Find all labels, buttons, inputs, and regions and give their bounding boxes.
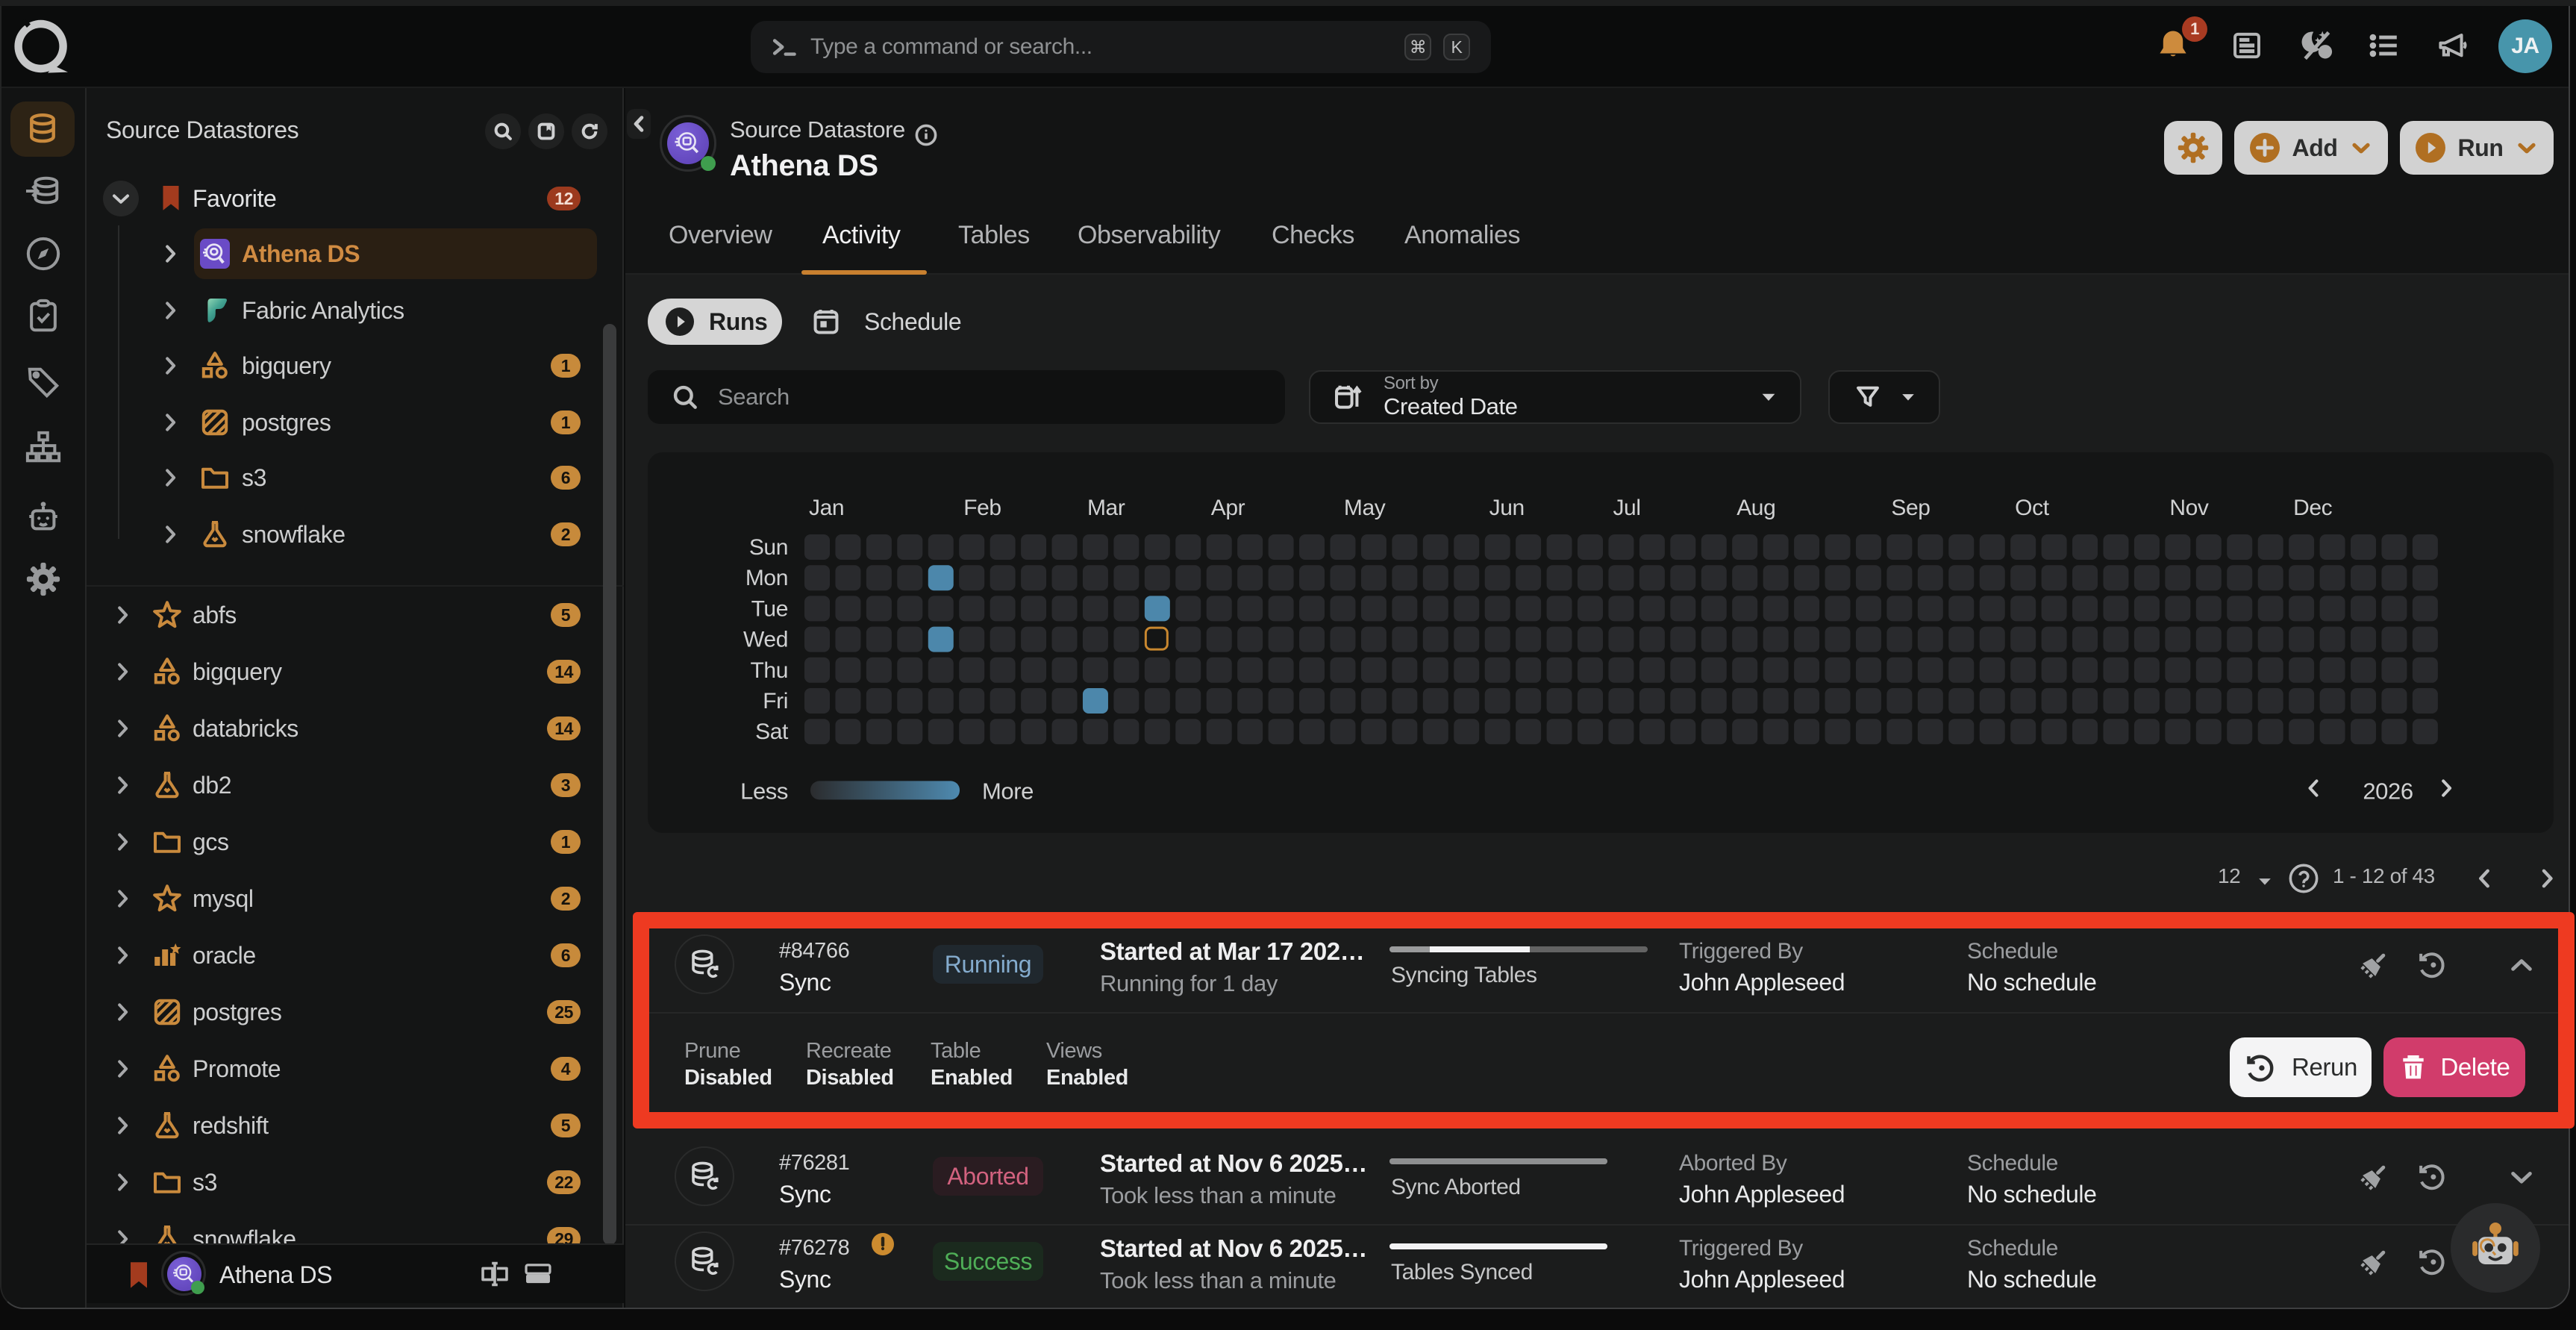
svg-text:2026: 2026: [2363, 778, 2413, 804]
svg-text:More: More: [982, 778, 1034, 804]
svg-text:Nov: Nov: [2169, 496, 2209, 520]
svg-text:Mar: Mar: [1087, 496, 1125, 520]
svg-text:Fri: Fri: [763, 689, 788, 714]
svg-text:Less: Less: [740, 778, 788, 804]
svg-text:Thu: Thu: [751, 658, 789, 683]
svg-text:Jan: Jan: [809, 496, 844, 520]
svg-text:May: May: [1344, 496, 1386, 520]
svg-text:Sun: Sun: [749, 535, 788, 560]
svg-text:Sep: Sep: [1891, 496, 1930, 520]
svg-text:Jun: Jun: [1489, 496, 1525, 520]
svg-text:Tue: Tue: [751, 596, 788, 621]
svg-text:Sat: Sat: [755, 719, 789, 744]
svg-text:Apr: Apr: [1211, 496, 1245, 520]
svg-text:Mon: Mon: [745, 566, 788, 590]
svg-text:Jul: Jul: [1613, 496, 1640, 520]
svg-text:Oct: Oct: [2015, 496, 2050, 520]
svg-text:Dec: Dec: [2293, 496, 2333, 520]
svg-text:Wed: Wed: [743, 628, 788, 652]
svg-text:Feb: Feb: [963, 496, 1001, 520]
svg-text:Aug: Aug: [1736, 496, 1775, 520]
